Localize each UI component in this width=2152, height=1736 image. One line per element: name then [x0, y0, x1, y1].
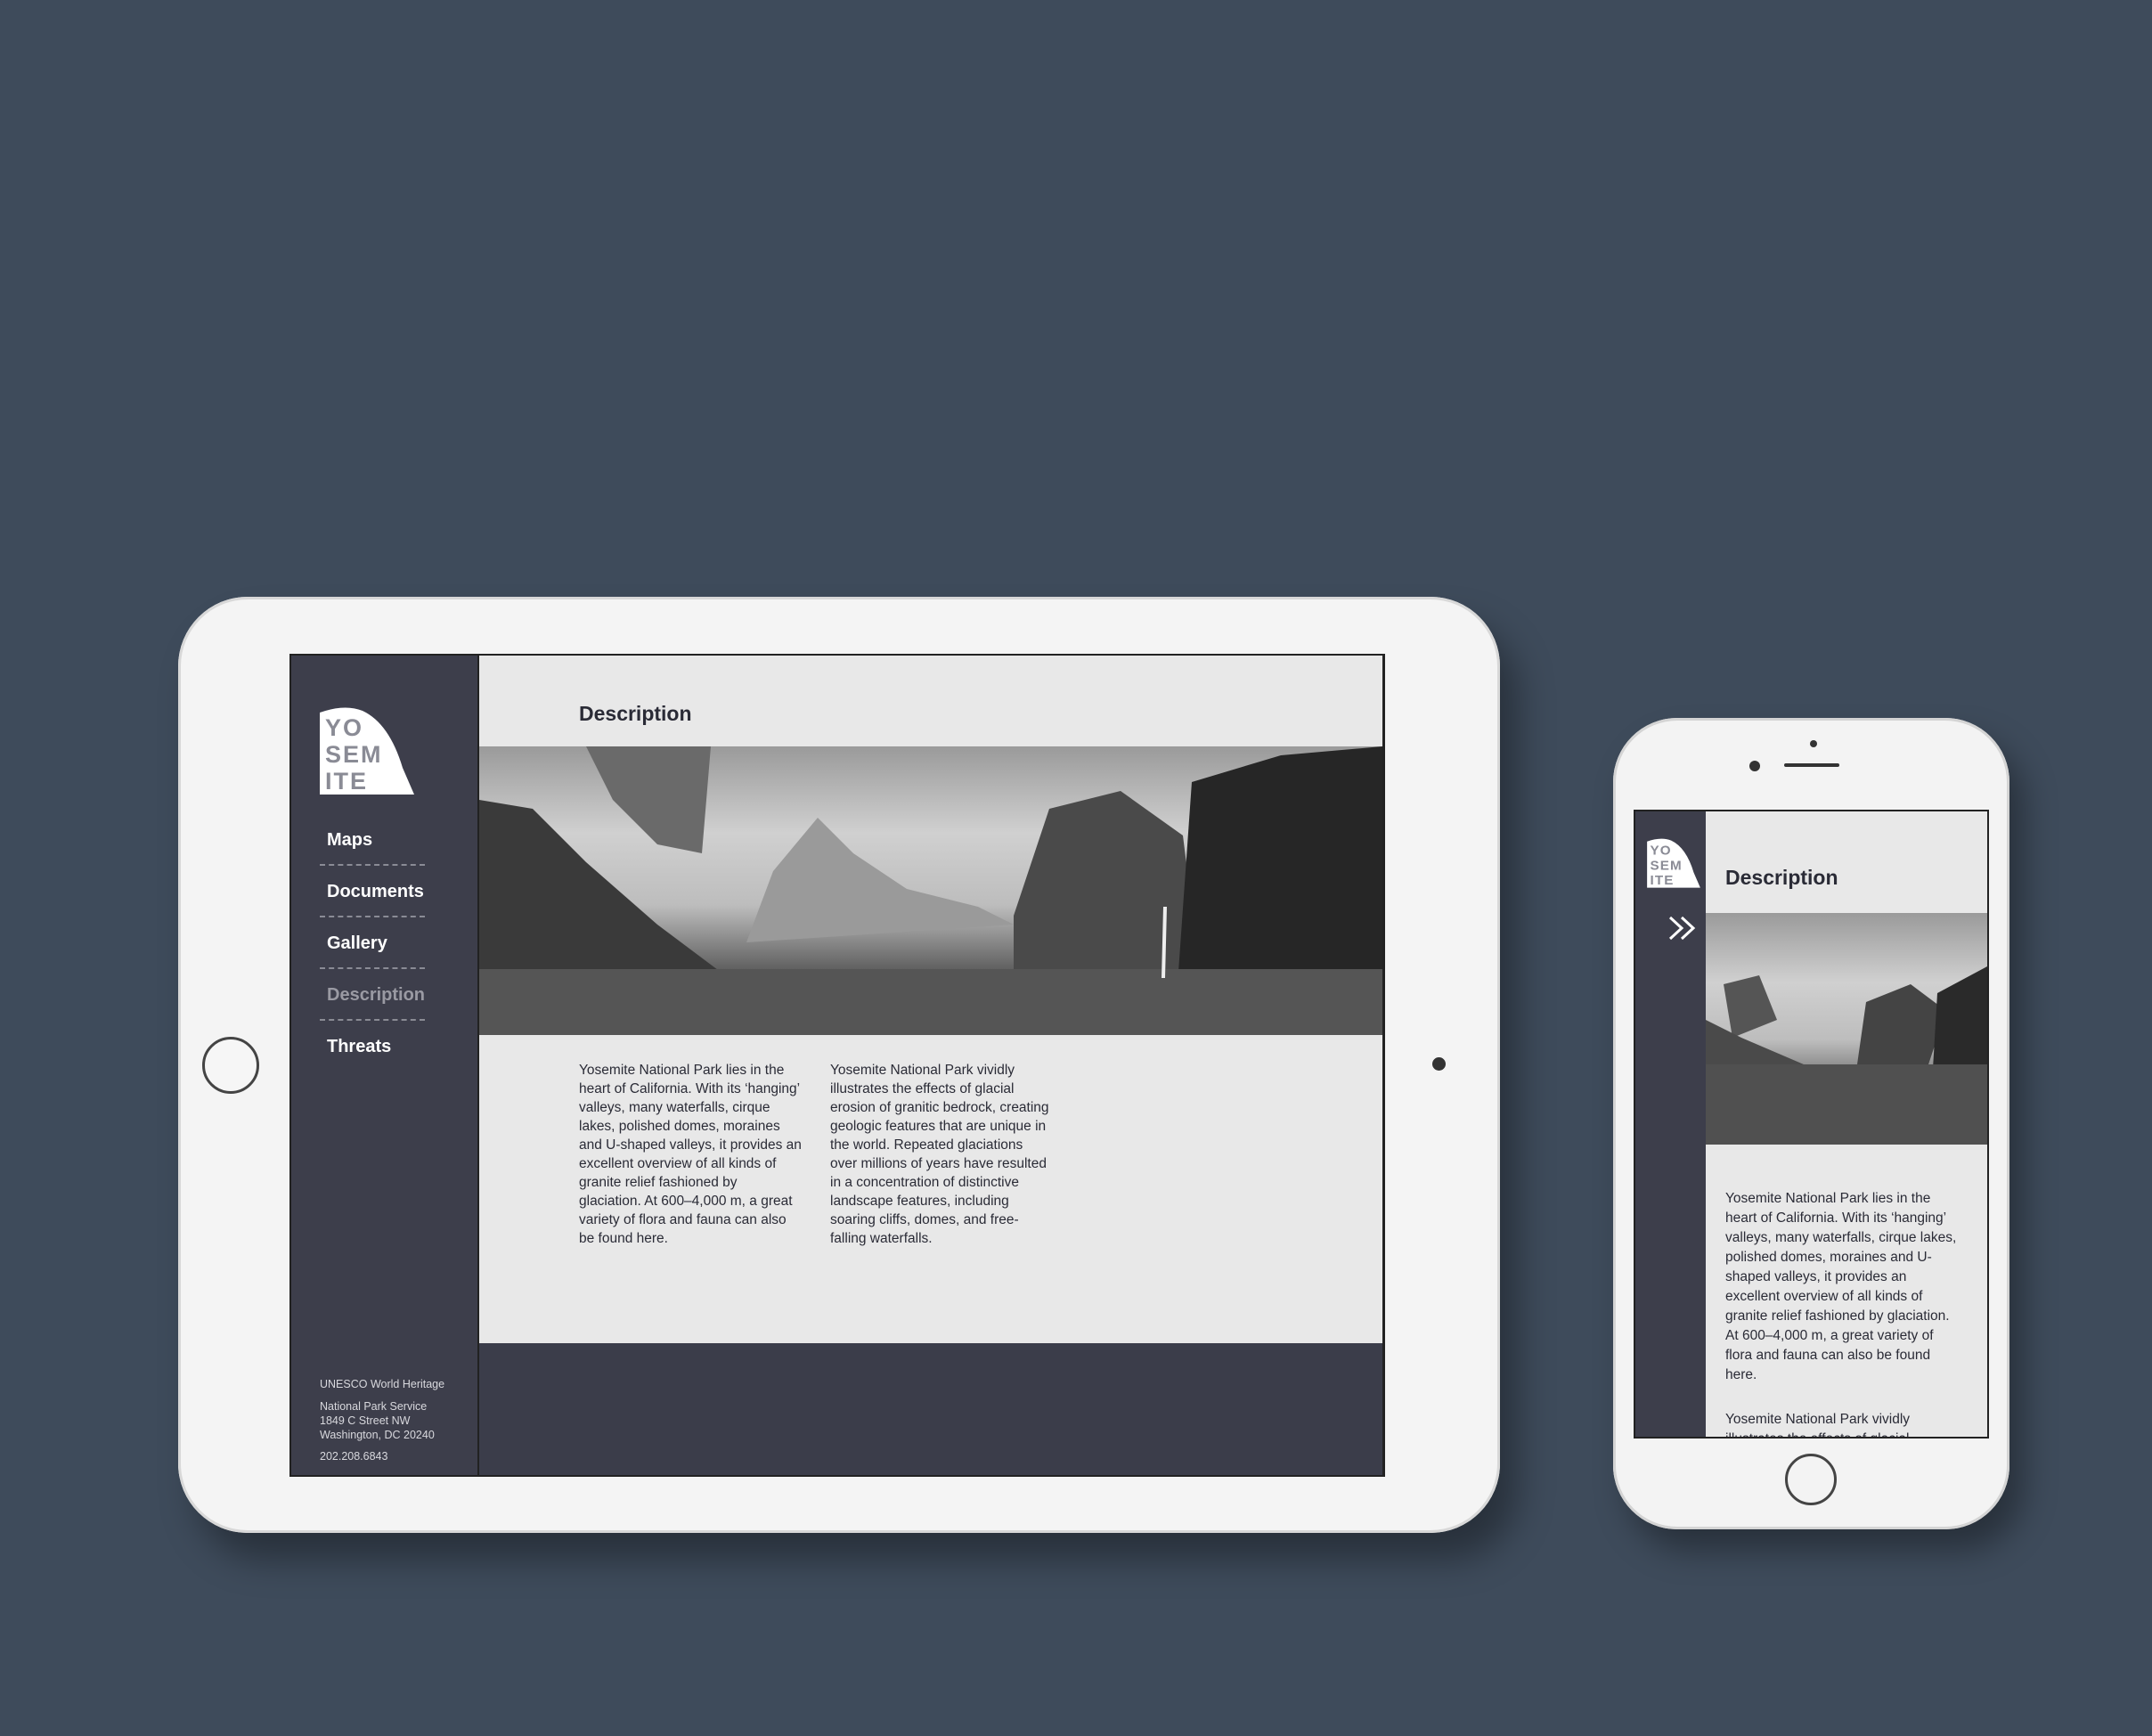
- address-line: 1849 C Street NW: [320, 1414, 411, 1427]
- yosemite-logo[interactable]: YO SEM ITE: [318, 705, 416, 796]
- phone-screen: YO SEM ITE Description Yosemite National…: [1634, 810, 1989, 1439]
- main-content: Description Yosemite National Park lies …: [1706, 811, 1987, 1437]
- svg-text:ITE: ITE: [325, 768, 368, 795]
- yosemite-logo[interactable]: YO SEM ITE: [1646, 835, 1701, 891]
- earpiece: [1784, 763, 1839, 767]
- hero-image: [479, 746, 1382, 1035]
- svg-text:YO: YO: [325, 714, 363, 741]
- footer-info: UNESCO World Heritage National Park Serv…: [320, 1377, 444, 1463]
- address-line: Washington, DC 20240: [320, 1429, 435, 1441]
- svg-text:SEM: SEM: [325, 741, 383, 768]
- home-button[interactable]: [1785, 1454, 1837, 1505]
- description-paragraph-2: Yosemite National Park vividly illustrat…: [830, 1063, 1049, 1246]
- svg-text:SEM: SEM: [1651, 858, 1683, 873]
- page-title: Description: [579, 702, 692, 725]
- main-content: Description Yosemite National Park lies …: [479, 656, 1382, 1343]
- page-title: Description: [1725, 866, 1838, 889]
- nav-gallery[interactable]: Gallery: [320, 917, 425, 969]
- main-nav: Maps Documents Gallery Description Threa…: [320, 814, 425, 1072]
- address-line: National Park Service: [320, 1400, 428, 1413]
- home-button[interactable]: [202, 1037, 259, 1094]
- nav-description[interactable]: Description: [320, 969, 425, 1021]
- description-paragraph-1: Yosemite National Park lies in the heart…: [579, 1063, 802, 1246]
- description-paragraph-1: Yosemite National Park lies in the heart…: [1725, 1191, 1957, 1382]
- content-footer-band: [479, 1343, 1382, 1475]
- sidebar: YO SEM ITE: [1635, 811, 1706, 1437]
- nav-maps[interactable]: Maps: [320, 814, 425, 866]
- proximity-sensor: [1810, 740, 1817, 747]
- description-paragraph-2: Yosemite National Park vividly illustrat…: [1725, 1412, 1911, 1437]
- nav-threats[interactable]: Threats: [320, 1021, 425, 1072]
- sidebar: YO SEM ITE Maps Documents Gallery Descri…: [291, 656, 477, 1475]
- double-chevron-right-icon[interactable]: [1667, 915, 1698, 941]
- svg-text:ITE: ITE: [1651, 873, 1675, 888]
- front-camera: [1749, 761, 1760, 771]
- front-camera: [1432, 1057, 1446, 1071]
- hero-image: [1706, 913, 1987, 1145]
- svg-text:YO: YO: [1651, 843, 1672, 858]
- tablet-screen: YO SEM ITE Maps Documents Gallery Descri…: [289, 654, 1385, 1477]
- phone-number: 202.208.6843: [320, 1450, 388, 1463]
- footer-heading: UNESCO World Heritage: [320, 1378, 445, 1390]
- nav-documents[interactable]: Documents: [320, 866, 425, 917]
